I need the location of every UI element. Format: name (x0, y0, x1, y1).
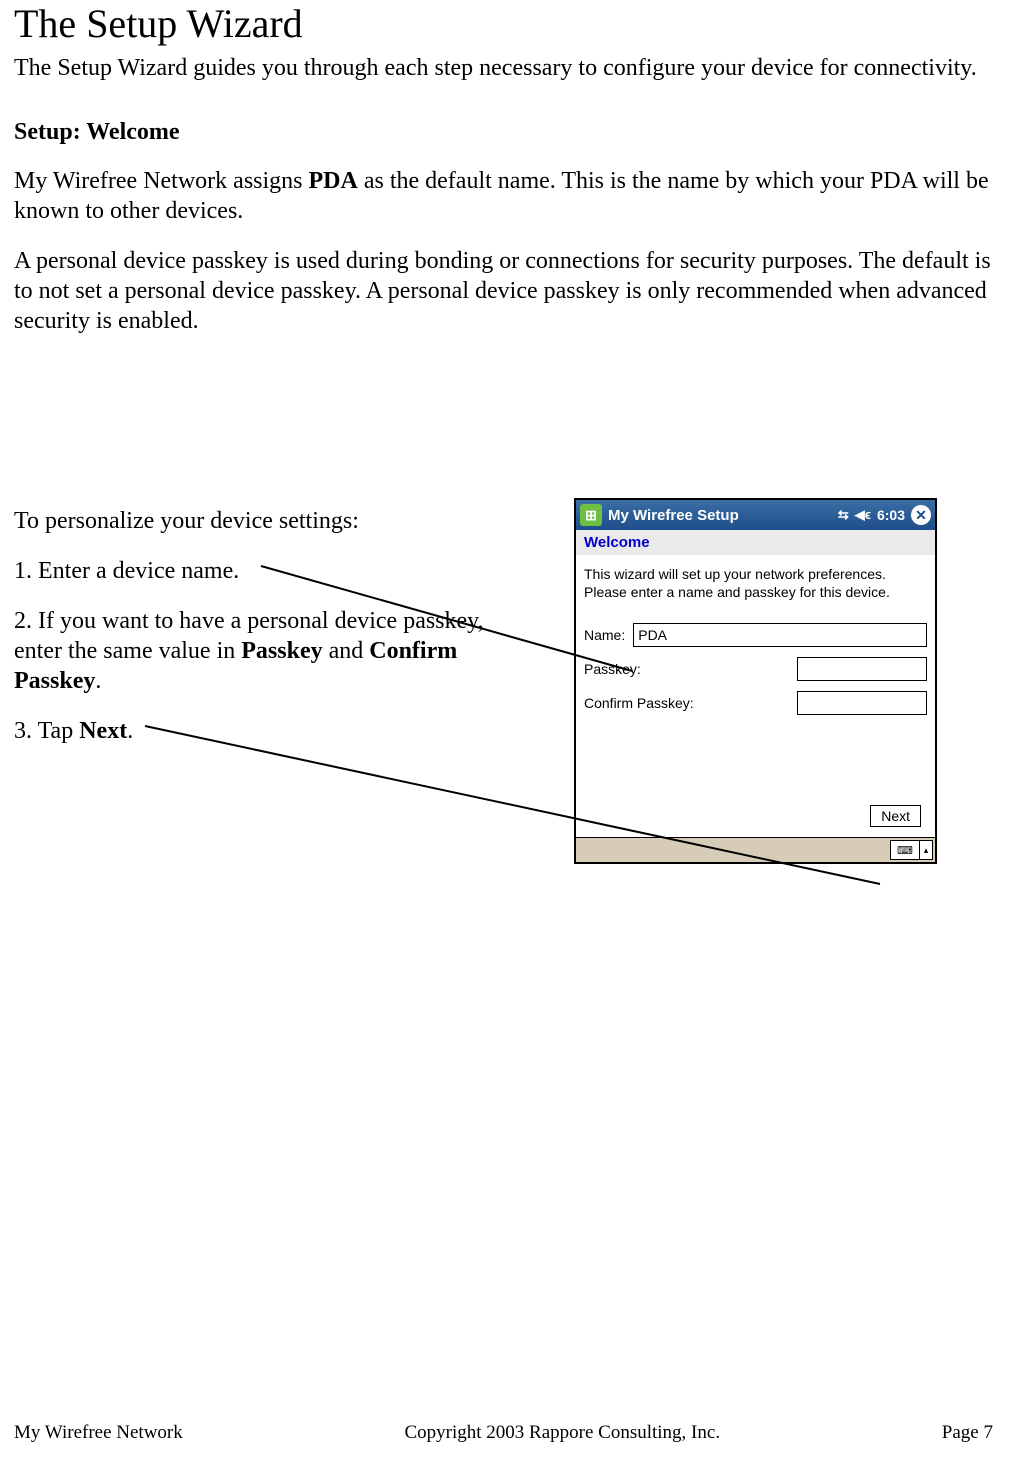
paragraph-default-name: My Wirefree Network assigns PDA as the d… (14, 166, 993, 226)
bold-next: Next (79, 718, 127, 744)
step-2: 2. If you want to have a personal device… (14, 606, 524, 696)
bold-passkey: Passkey (241, 638, 322, 664)
close-icon[interactable]: ✕ (911, 505, 931, 525)
passkey-field[interactable] (797, 657, 927, 681)
footer-center: Copyright 2003 Rappore Consulting, Inc. (404, 1422, 720, 1444)
wizard-section-header: Welcome (576, 530, 935, 555)
next-button[interactable]: Next (870, 805, 921, 827)
device-screenshot: ⊞ My Wirefree Setup ⇆ ◀ϵ 6:03 ✕ Welcome … (574, 498, 937, 864)
sip-arrow-icon[interactable]: ▴ (920, 840, 933, 860)
start-icon[interactable]: ⊞ (580, 504, 602, 526)
paragraph-passkey: A personal device passkey is used during… (14, 246, 993, 336)
page-title: The Setup Wizard (14, 0, 993, 47)
connectivity-icon[interactable]: ⇆ (838, 507, 849, 523)
keyboard-icon[interactable]: ⌨ (890, 840, 920, 860)
section-heading: Setup: Welcome (14, 119, 993, 146)
text: . (95, 668, 101, 694)
text: . (127, 718, 133, 744)
app-title: My Wirefree Setup (608, 507, 739, 524)
step-1: 1. Enter a device name. (14, 556, 524, 586)
clock-time: 6:03 (877, 507, 905, 523)
footer-right: Page 7 (942, 1422, 993, 1444)
text: My Wirefree Network assigns (14, 168, 309, 194)
wizard-help-text: This wizard will set up your network pre… (584, 565, 927, 601)
text: and (323, 638, 370, 664)
confirm-passkey-label: Confirm Passkey: (584, 694, 694, 712)
bold-pda: PDA (309, 168, 358, 194)
steps-lead: To personalize your device settings: (14, 506, 524, 536)
name-label: Name: (584, 626, 625, 644)
passkey-label: Passkey: (584, 660, 641, 678)
speaker-icon[interactable]: ◀ϵ (855, 507, 871, 523)
name-field[interactable] (633, 623, 927, 647)
step-3: 3. Tap Next. (14, 716, 524, 746)
intro-paragraph: The Setup Wizard guides you through each… (14, 53, 993, 83)
page-footer: My Wirefree Network Copyright 2003 Rappo… (14, 1422, 993, 1444)
device-titlebar: ⊞ My Wirefree Setup ⇆ ◀ϵ 6:03 ✕ (576, 500, 935, 530)
footer-left: My Wirefree Network (14, 1422, 183, 1444)
sip-bar: ⌨ ▴ (576, 837, 935, 862)
confirm-passkey-field[interactable] (797, 691, 927, 715)
text: 3. Tap (14, 718, 79, 744)
